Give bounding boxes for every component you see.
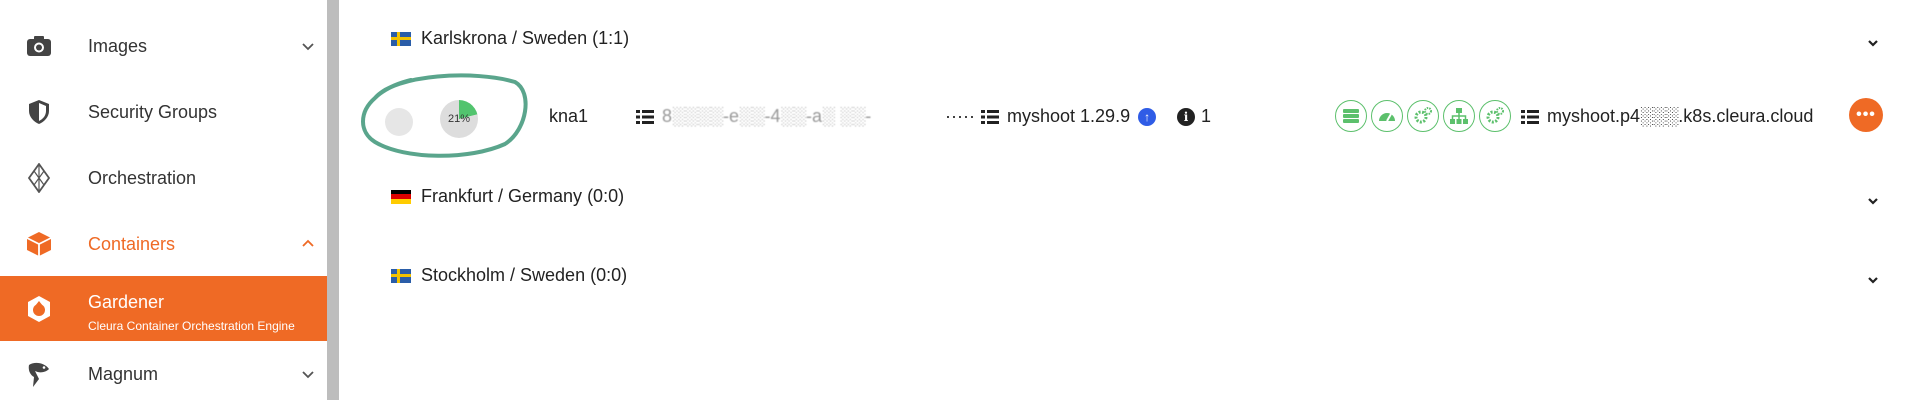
sidebar-item-gardener[interactable]: Gardener Cleura Container Orchestration … [0,276,327,341]
cluster-domain-cell: myshoot.p4░░░.k8s.cleura.cloud [1521,106,1813,127]
sidebar-item-containers[interactable]: Containers [0,222,327,266]
cluster-name: myshoot [1006,106,1076,126]
cluster-id: 8░░░░-e░░-4░░-a░ ░░- [636,106,871,127]
cluster-id-text: 8░░░░-e░░-4░░-a░ ░░- [662,106,872,126]
info-cell[interactable]: i 1 [1177,106,1211,127]
cluster-region-code: kna1 [549,106,589,126]
sidebar-item-label: Containers [88,233,176,254]
cube-icon [24,229,54,259]
progress-label: 21% [447,113,471,125]
sidebar-item-images[interactable]: Images [0,24,327,68]
shark-icon [24,359,54,389]
cluster-domain: myshoot.p4░░░.k8s.cleura.cloud [1547,106,1814,126]
chevron-down-icon[interactable] [301,39,315,53]
more-options-button[interactable]: ••• [1849,98,1883,132]
network-icon[interactable] [1443,100,1475,132]
cluster-name-cell: ····· myshoot 1.29.9 ↑ [945,106,1157,127]
cluster-version: 1.29.9 [1080,106,1131,126]
sidebar-scrollbar[interactable] [327,0,339,400]
orchestration-icon [24,163,54,193]
region-header-karlskrona[interactable]: Karlskrona / Sweden (1:1) [391,28,629,49]
region-name: Stockholm / Sweden [421,265,586,285]
gardener-icon [24,294,54,324]
shield-icon [24,97,54,127]
server-icon[interactable] [1335,100,1367,132]
region-name: Frankfurt / Germany [421,186,583,206]
region-header-stockholm[interactable]: Stockholm / Sweden (0:0) [391,265,627,286]
camera-icon [24,31,54,61]
main-content: Karlskrona / Sweden (1:1) 21% kna1 8░░░░… [339,0,1920,400]
progress-pie: 21% [440,100,478,138]
settings-icon[interactable] [1479,100,1511,132]
list-icon [980,109,999,124]
sidebar-item-label: Security Groups [88,101,218,122]
cluster-row[interactable]: 21% kna1 8░░░░-e░░-4░░-a░ ░░- ····· mysh… [339,73,1920,158]
status-icons [1335,100,1515,132]
region-count: (1:1) [592,28,630,48]
region-count: (0:0) [587,186,625,206]
region-name: Karlskrona / Sweden [421,28,588,48]
chevron-down-icon[interactable] [301,367,315,381]
sidebar-item-label: Magnum [88,363,159,384]
info-count: 1 [1201,106,1212,126]
sidebar-item-orchestration[interactable]: Orchestration [0,156,327,200]
sweden-flag-icon [391,31,411,46]
sidebar-item-label: Gardener [88,292,165,312]
sidebar: Images Security Groups Orchestration Con… [0,0,327,400]
sidebar-item-label: Images [88,35,148,56]
sidebar-item-security-groups[interactable]: Security Groups [0,90,327,134]
chevron-down-icon[interactable] [1866,194,1880,208]
sweden-flag-icon [391,268,411,283]
status-indicator [385,108,413,136]
region-header-frankfurt[interactable]: Frankfurt / Germany (0:0) [391,186,624,207]
region-count: (0:0) [590,265,628,285]
dots-separator: ····· [945,106,975,126]
sidebar-item-magnum[interactable]: Magnum [0,352,327,396]
gears-icon[interactable] [1407,100,1439,132]
info-icon: i [1177,107,1195,126]
upgrade-arrow-icon[interactable]: ↑ [1138,107,1157,126]
germany-flag-icon [391,189,411,204]
sidebar-item-label: Orchestration [88,167,197,188]
chevron-up-icon[interactable] [301,237,315,251]
chevron-down-icon[interactable] [1866,36,1880,50]
dashboard-icon[interactable] [1371,100,1403,132]
list-icon [1521,109,1539,124]
list-icon [636,109,654,124]
sidebar-item-sublabel: Cleura Container Orchestration Engine [88,319,295,333]
chevron-down-icon[interactable] [1866,273,1880,287]
